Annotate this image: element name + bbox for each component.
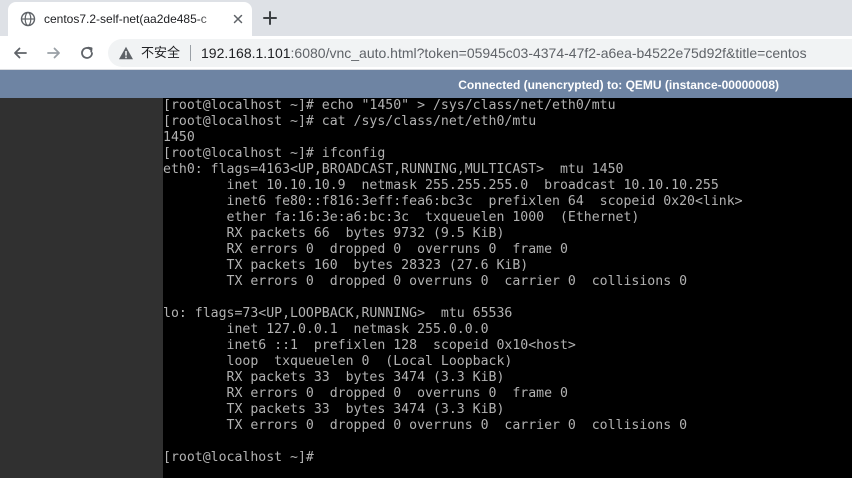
terminal-line: inet 10.10.10.9 netmask 255.255.255.0 br…: [163, 178, 719, 193]
vnc-status-bar: Connected (unencrypted) to: QEMU (instan…: [0, 70, 852, 98]
address-bar[interactable]: 不安全 192.168.1.101:6080/vnc_auto.html?tok…: [108, 39, 852, 67]
browser-toolbar: 不安全 192.168.1.101:6080/vnc_auto.html?tok…: [0, 36, 852, 70]
terminal-line: eth0: flags=4163<UP,BROADCAST,RUNNING,MU…: [163, 162, 624, 177]
tab-title: centos7.2-self-net(aa2de485-c: [44, 12, 207, 26]
vnc-viewport: [root@localhost ~]# echo "1450" > /sys/c…: [0, 98, 852, 478]
terminal-line: loop txqueuelen 0 (Local Loopback): [163, 354, 513, 369]
browser-tab[interactable]: centos7.2-self-net(aa2de485-c: [8, 2, 252, 36]
terminal-line: TX errors 0 dropped 0 overruns 0 carrier…: [163, 274, 688, 289]
terminal-line: ether fa:16:3e:a6:bc:3c txqueuelen 1000 …: [163, 210, 640, 225]
reload-button[interactable]: [75, 41, 99, 65]
terminal-line: RX packets 33 bytes 3474 (3.3 KiB): [163, 370, 505, 385]
terminal-line: inet6 fe80::f816:3eff:fea6:bc3c prefixle…: [163, 194, 743, 209]
terminal-line: TX errors 0 dropped 0 overruns 0 carrier…: [163, 418, 688, 433]
security-label[interactable]: 不安全: [141, 45, 180, 61]
url-text[interactable]: 192.168.1.101:6080/vnc_auto.html?token=0…: [201, 44, 807, 62]
terminal-line: TX packets 160 bytes 28323 (27.6 KiB): [163, 258, 529, 273]
terminal-line: [root@localhost ~]#: [163, 450, 314, 465]
vnc-status-text: Connected (unencrypted) to: QEMU (instan…: [458, 78, 779, 92]
terminal-line: inet 127.0.0.1 netmask 255.0.0.0: [163, 322, 489, 337]
terminal-line: RX errors 0 dropped 0 overruns 0 frame 0: [163, 242, 568, 257]
divider: [190, 45, 191, 61]
globe-icon: [20, 11, 36, 27]
url-host: 192.168.1.101: [201, 45, 291, 61]
terminal-line: TX packets 33 bytes 3474 (3.3 KiB): [163, 402, 505, 417]
terminal-line: lo: flags=73<UP,LOOPBACK,RUNNING> mtu 65…: [163, 306, 513, 321]
new-tab-button[interactable]: [256, 4, 284, 32]
terminal-line: [root@localhost ~]# ifconfig: [163, 146, 386, 161]
terminal-output: [root@localhost ~]# echo "1450" > /sys/c…: [163, 98, 743, 466]
terminal-line: 1450: [163, 130, 195, 145]
close-icon[interactable]: [230, 11, 246, 27]
terminal-line: RX packets 66 bytes 9732 (9.5 KiB): [163, 226, 505, 241]
url-path: :6080/vnc_auto.html?token=05945c03-4374-…: [290, 45, 807, 61]
arrow-left-icon: [14, 47, 27, 59]
warning-icon[interactable]: [118, 45, 134, 61]
plus-icon: [263, 11, 277, 25]
back-button[interactable]: [8, 41, 32, 65]
terminal-line: inet6 ::1 prefixlen 128 scopeid 0x10<hos…: [163, 338, 576, 353]
tab-strip: centos7.2-self-net(aa2de485-c: [0, 0, 852, 36]
terminal-line: [root@localhost ~]# cat /sys/class/net/e…: [163, 114, 537, 129]
vnc-console[interactable]: [root@localhost ~]# echo "1450" > /sys/c…: [163, 98, 852, 478]
arrow-right-icon: [47, 47, 60, 59]
terminal-line: [root@localhost ~]# echo "1450" > /sys/c…: [163, 98, 616, 113]
reload-icon: [81, 46, 93, 59]
forward-button[interactable]: [42, 41, 66, 65]
terminal-line: RX errors 0 dropped 0 overruns 0 frame 0: [163, 386, 568, 401]
